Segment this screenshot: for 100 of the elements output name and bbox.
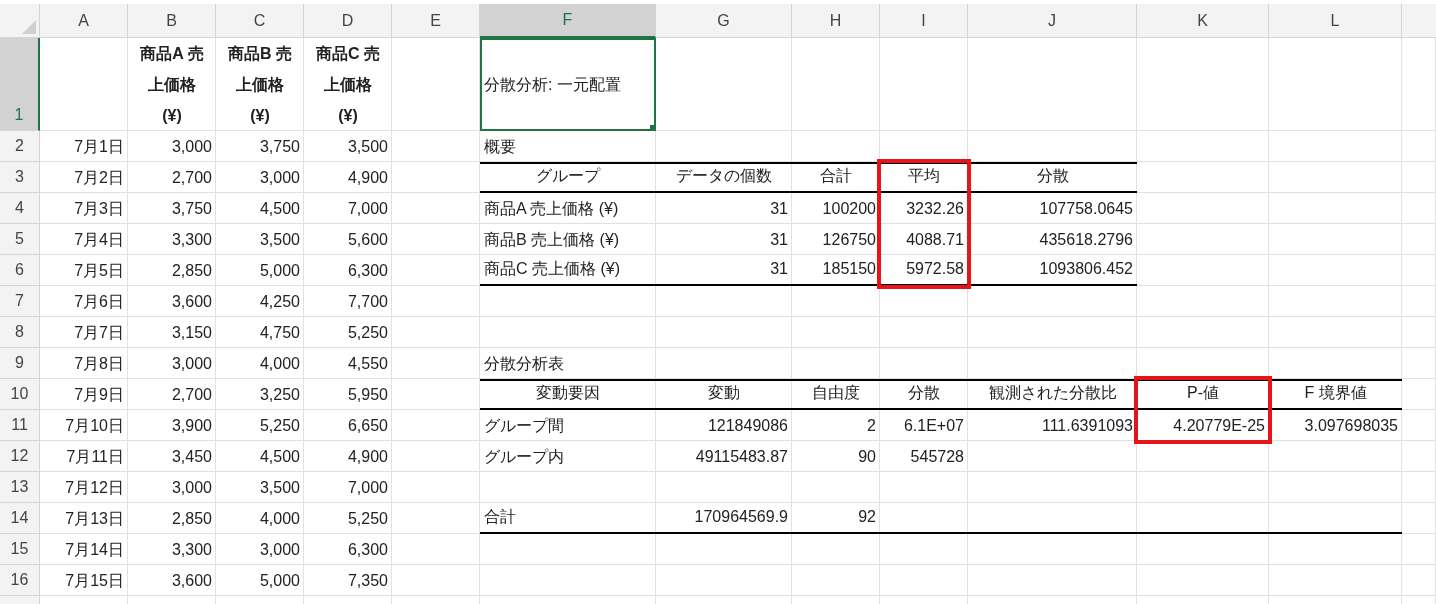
table-cell-text: 126750 <box>821 230 877 250</box>
table-cell: データの個数 <box>656 162 792 193</box>
table-cell-text: グループ間 <box>483 416 565 436</box>
column-header[interactable]: I <box>880 4 968 38</box>
table-cell-text: 545728 <box>909 447 965 467</box>
row-header[interactable]: 4 <box>0 193 40 224</box>
row-header[interactable]: 5 <box>0 224 40 255</box>
table-cell-text: 概要 <box>483 137 517 157</box>
column-header[interactable]: L <box>1269 4 1402 38</box>
table-cell-text: 7月9日 <box>73 385 125 405</box>
table-cell: グループ <box>480 162 656 193</box>
table-cell-text: 2,850 <box>170 261 213 281</box>
column-header[interactable] <box>1402 4 1436 38</box>
table-cell-text: 5,950 <box>346 385 389 405</box>
column-header[interactable]: G <box>656 4 792 38</box>
table-cell-text: 7,350 <box>346 571 389 591</box>
table-cell: 分散 <box>968 162 1137 193</box>
table-cell-text: 3,000 <box>258 168 301 188</box>
table-cell-text: 3,900 <box>170 416 213 436</box>
table-cell: 商品C 売上価格 (¥) <box>480 255 656 286</box>
table-cell-text: 31 <box>769 230 789 250</box>
table-cell-text: 5,250 <box>346 323 389 343</box>
row-header[interactable]: 10 <box>0 379 40 410</box>
column-header[interactable]: K <box>1137 4 1269 38</box>
row-header[interactable]: 13 <box>0 472 40 503</box>
table-cell-text: 31 <box>769 199 789 219</box>
table-cell-text: 3,500 <box>346 137 389 157</box>
table-cell-text: 3,300 <box>170 230 213 250</box>
column-header[interactable]: A <box>40 4 128 38</box>
table-cell-text: 3,500 <box>258 478 301 498</box>
table-cell-text: 5,600 <box>346 230 389 250</box>
table-cell: 合計 <box>480 503 656 534</box>
table-cell-text: 6,300 <box>346 261 389 281</box>
table-cell-text: 435618.2796 <box>1038 230 1134 250</box>
table-cell-text: 3,300 <box>170 540 213 560</box>
column-header[interactable]: F <box>480 4 656 38</box>
column-header[interactable]: C <box>216 4 304 38</box>
table-cell-text: 7,000 <box>346 478 389 498</box>
column-header[interactable]: E <box>392 4 480 38</box>
table-cell: 1093806.452 <box>968 255 1137 286</box>
table-cell-text: 4088.71 <box>905 230 965 250</box>
table-cell-text: 7月2日 <box>73 168 125 188</box>
table-cell: 分散 <box>880 379 968 410</box>
table-cell-text: 2,850 <box>170 509 213 529</box>
row-header[interactable] <box>0 596 40 604</box>
table-cell-text: 3,000 <box>170 478 213 498</box>
table-cell-text: 商品C 売上価格 (¥) <box>315 44 381 126</box>
column-header[interactable]: J <box>968 4 1137 38</box>
row-header[interactable]: 9 <box>0 348 40 379</box>
table-cell: 92 <box>792 503 880 534</box>
table-cell-text: 7月1日 <box>73 137 125 157</box>
table-cell-text: 7月5日 <box>73 261 125 281</box>
table-cell-text: 2,700 <box>170 168 213 188</box>
table-cell-text: 商品A 売上価格 (¥) <box>139 44 205 126</box>
table-cell-text: 111.6391093 <box>1040 416 1134 436</box>
table-cell: 観測された分散比 <box>968 379 1137 410</box>
column-header[interactable]: B <box>128 4 216 38</box>
table-cell-text: 7月7日 <box>73 323 125 343</box>
row-header[interactable]: 1 <box>0 38 40 131</box>
table-cell-text: 4,500 <box>258 199 301 219</box>
table-cell-text: 5,000 <box>258 571 301 591</box>
table-cell-text: 3232.26 <box>905 199 965 219</box>
table-cell-text: 4,900 <box>346 447 389 467</box>
row-header[interactable]: 12 <box>0 441 40 472</box>
table-cell-text: 7月4日 <box>73 230 125 250</box>
row-header[interactable]: 8 <box>0 317 40 348</box>
row-header[interactable]: 2 <box>0 131 40 162</box>
table-cell-text: 3,000 <box>258 540 301 560</box>
table-cell-text: 5,250 <box>346 509 389 529</box>
table-cell-text: 分散分析表 <box>483 354 565 374</box>
table-cell-text: 4,000 <box>258 354 301 374</box>
table-cell-text: 7月3日 <box>73 199 125 219</box>
row-header[interactable]: 7 <box>0 286 40 317</box>
table-cell: 31 <box>656 255 792 286</box>
row-header[interactable]: 14 <box>0 503 40 534</box>
table-cell-text: 4,000 <box>258 509 301 529</box>
table-cell-text: 7,700 <box>346 292 389 312</box>
table-cell-text: 商品B 売上価格 (¥) <box>483 230 621 250</box>
row-header[interactable]: 15 <box>0 534 40 565</box>
row-header[interactable]: 16 <box>0 565 40 596</box>
table-cell-text: 3,500 <box>258 230 301 250</box>
row-header[interactable]: 3 <box>0 162 40 193</box>
table-cell: 合計 <box>792 162 880 193</box>
table-cell-text: 100200 <box>821 199 877 219</box>
row-header[interactable]: 11 <box>0 410 40 441</box>
table-cell-text: 商品A 売上価格 (¥) <box>483 199 620 219</box>
table-cell: 自由度 <box>792 379 880 410</box>
column-header[interactable]: D <box>304 4 392 38</box>
column-header[interactable]: H <box>792 4 880 38</box>
table-cell-text: 7月6日 <box>73 292 125 312</box>
table-cell-text: 3,600 <box>170 292 213 312</box>
table-cell-text: 商品B 売上価格 (¥) <box>227 44 293 126</box>
table-cell-text: 3,150 <box>170 323 213 343</box>
row-header[interactable]: 6 <box>0 255 40 286</box>
table-cell-text: 5,000 <box>258 261 301 281</box>
table-cell-text: 107758.0645 <box>1038 199 1134 219</box>
table-cell-text: 90 <box>857 447 877 467</box>
table-cell-text: 分散分析: 一元配置 <box>483 74 622 95</box>
table-cell-text: 3.097698035 <box>1303 416 1399 436</box>
table-cell: F 境界値 <box>1269 379 1402 410</box>
